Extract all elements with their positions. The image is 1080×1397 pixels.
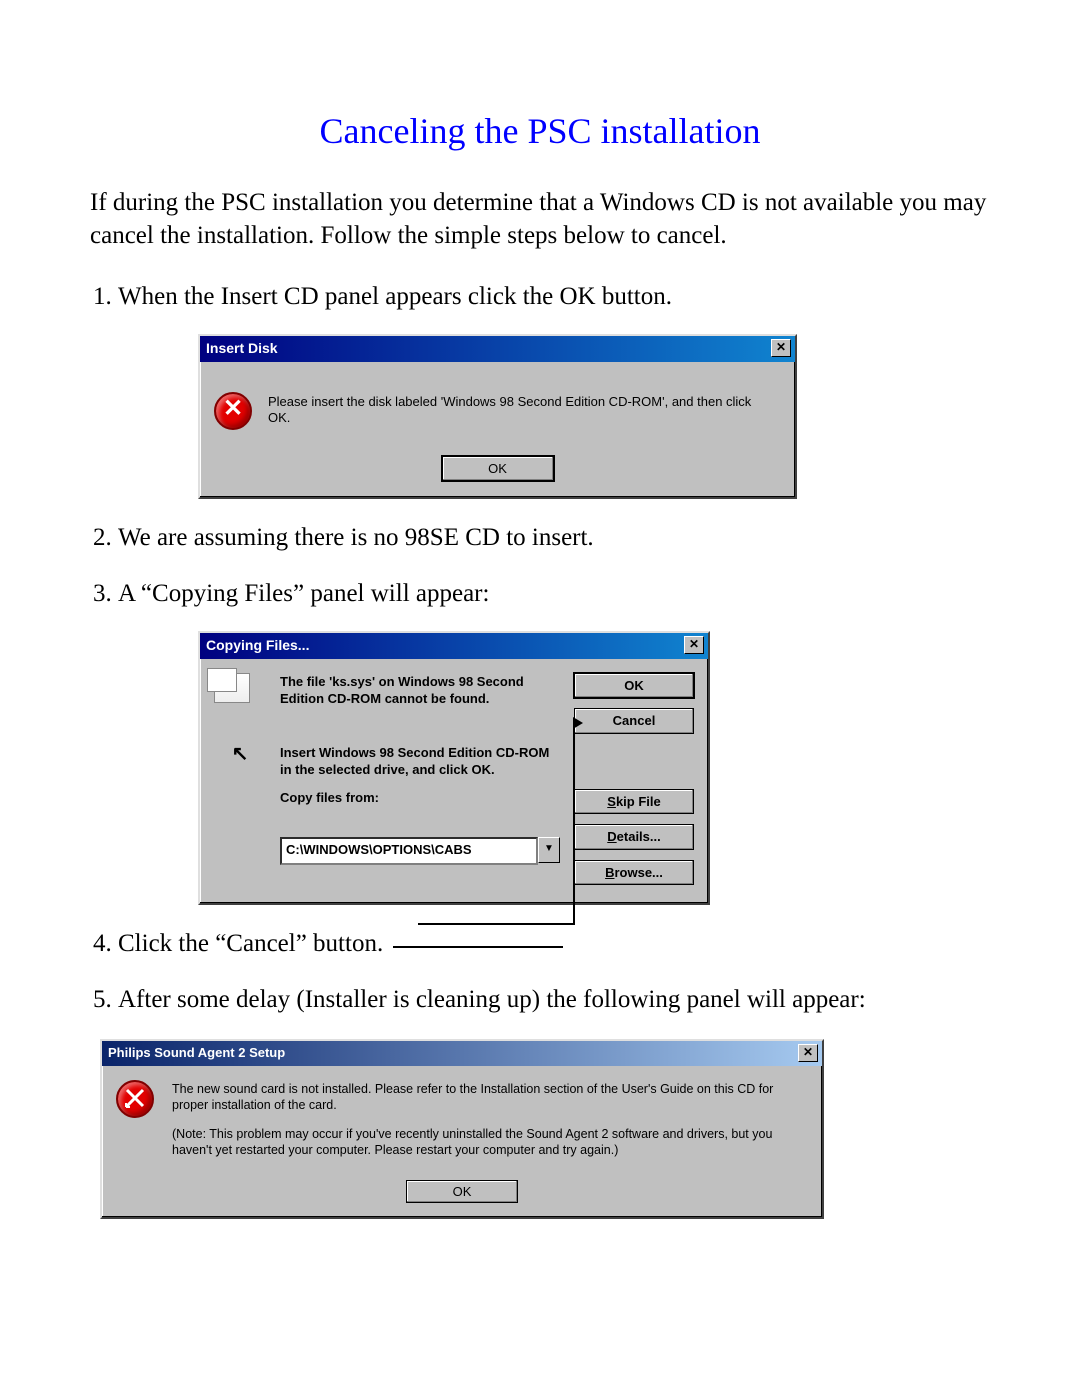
ok-button[interactable]: OK [574,673,694,699]
step-3: A “Copying Files” panel will appear: Cop… [118,577,990,905]
insert-disk-titlebar: Insert Disk ✕ [200,336,795,362]
step-2: We are assuming there is no 98SE CD to i… [118,521,990,555]
steps-list: When the Insert CD panel appears click t… [90,280,990,1017]
page-title: Canceling the PSC installation [90,110,990,152]
cursor-icon: ↖ [214,744,266,779]
step-5-text: After some delay (Installer is cleaning … [118,986,866,1013]
ok-button[interactable]: OK [406,1180,518,1203]
philips-title: Philips Sound Agent 2 Setup [108,1045,285,1060]
step-4-text: Click the “Cancel” button. [118,927,383,961]
files-icon [214,673,250,703]
intro-paragraph: If during the PSC installation you deter… [90,187,990,252]
skip-file-button[interactable]: Skip File [574,789,694,815]
philips-titlebar: Philips Sound Agent 2 Setup ✕ [102,1041,822,1066]
annotation-line [393,946,563,948]
close-icon[interactable]: ✕ [684,636,704,654]
philips-message-2: (Note: This problem may occur if you've … [172,1127,804,1158]
insert-disk-title: Insert Disk [206,339,278,358]
copying-files-titlebar: Copying Files... ✕ [200,633,708,659]
step-3-text: A “Copying Files” panel will appear: [118,580,489,607]
cancel-button[interactable]: Cancel [574,708,694,734]
error-icon [116,1080,154,1118]
insert-disk-dialog: Insert Disk ✕ ✕ Please insert the disk l… [198,334,797,499]
philips-message-1: The new sound card is not installed. Ple… [172,1082,804,1113]
close-icon[interactable]: ✕ [771,339,791,357]
step-1: When the Insert CD panel appears click t… [118,280,990,499]
browse-button[interactable]: Browse... [574,860,694,886]
step-4: Click the “Cancel” button. [118,927,990,961]
step-1-text: When the Insert CD panel appears click t… [118,283,672,310]
close-icon[interactable]: ✕ [798,1044,818,1062]
ok-button[interactable]: OK [442,456,554,482]
error-icon: ✕ [214,392,252,430]
details-button[interactable]: Details... [574,824,694,850]
insert-disk-message: Please insert the disk labeled 'Windows … [268,392,777,430]
step-5: After some delay (Installer is cleaning … [118,983,990,1017]
philips-setup-dialog: Philips Sound Agent 2 Setup ✕ The new so… [100,1039,824,1220]
annotation-line [418,723,575,925]
copying-files-title: Copying Files... [206,636,309,655]
